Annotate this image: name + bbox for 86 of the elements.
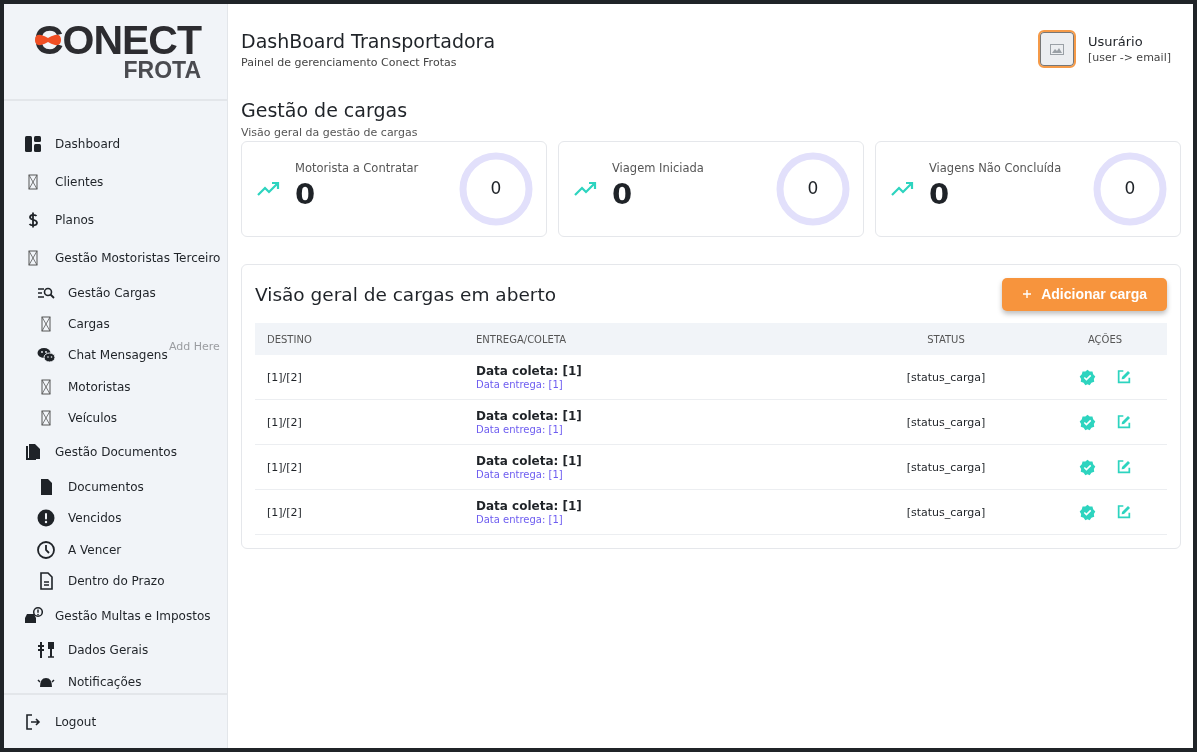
verified-check-icon <box>1078 458 1096 476</box>
badge-text: Add Here <box>169 339 220 353</box>
alert-icon <box>36 508 56 529</box>
nav-item[interactable]: Planos <box>4 201 227 239</box>
table-cell: [status_carga] <box>849 355 1043 400</box>
edit-button[interactable] <box>1115 503 1132 521</box>
table-cell: [status_carga] <box>849 444 1043 490</box>
delivery-date: Data entrega: [1] <box>476 469 564 480</box>
trending-up-icon <box>257 181 281 197</box>
nav-item[interactable]: Clientes <box>4 163 227 201</box>
stat-value: 0 <box>612 177 634 211</box>
nav-item[interactable]: Notificações <box>4 665 227 693</box>
nav-item[interactable]: Motoristas <box>4 370 227 403</box>
avatar-button[interactable] <box>1037 30 1076 68</box>
edit-icon <box>1115 413 1132 430</box>
nav-item[interactable]: Cargas <box>4 308 227 340</box>
pickup-date: Data coleta: [1] <box>476 499 583 513</box>
nav-item[interactable]: Dados Gerais <box>4 634 227 666</box>
delivery-date: Data entrega: [1] <box>476 514 564 525</box>
verified-check-icon <box>1078 368 1096 386</box>
stat-value: 0 <box>295 177 317 211</box>
ring-value: 0 <box>489 178 503 198</box>
delivery-date: Data entrega: [1] <box>476 379 564 390</box>
table-cell: [status_carga] <box>849 489 1043 535</box>
nav-item[interactable]: Documentos <box>4 471 227 503</box>
pickup-date: Data coleta: [1] <box>476 409 583 423</box>
documents-icon <box>23 442 43 463</box>
pickup-date: Data coleta: [1] <box>476 364 583 378</box>
trending-up-icon <box>574 181 598 197</box>
stat-label: Motorista a Contratar <box>295 161 420 175</box>
logo: CONECT FROTA <box>32 21 201 82</box>
nav-item[interactable]: Gestão Multas e Impostos <box>4 596 227 635</box>
edit-button[interactable] <box>1115 458 1132 476</box>
trending-up-icon <box>891 181 915 197</box>
link-icon <box>33 32 63 47</box>
table-cell: [1]/[2] <box>255 444 464 490</box>
column-header: ENTREGA/COLETA <box>464 323 849 355</box>
nav-item[interactable]: Chat Mensagens Add Here <box>4 339 227 371</box>
clock-icon <box>36 539 56 560</box>
column-header: DESTINO <box>255 323 464 355</box>
approve-button[interactable] <box>1078 413 1096 431</box>
section-title: Gestão de cargas <box>241 99 409 121</box>
stat-value: 0 <box>929 177 951 211</box>
table-cell: [status_carga] <box>849 399 1043 445</box>
delivery-date: Data entrega: [1] <box>476 424 564 435</box>
dashboard-icon <box>23 134 43 154</box>
approve-button[interactable] <box>1078 458 1096 476</box>
table-cell: [1]/[2] <box>255 355 464 400</box>
logout-icon <box>23 711 43 732</box>
table-cell: [1]/[2] <box>255 489 464 535</box>
ring-value: 0 <box>1123 178 1137 198</box>
nav-item[interactable]: Vencidos <box>4 502 227 535</box>
nav-item[interactable]: A Vencer <box>4 534 227 566</box>
user-name: Usurário <box>1087 34 1144 49</box>
approve-button[interactable] <box>1078 368 1096 386</box>
column-header: STATUS <box>849 323 1043 355</box>
pickup-date: Data coleta: [1] <box>476 454 583 468</box>
nav-item[interactable]: Veículos <box>4 402 227 434</box>
stat-label: Viagens Não Concluída <box>929 161 1063 175</box>
ring-value: 0 <box>806 178 820 198</box>
page-subtitle: Painel de gerenciamento Conect Frotas <box>241 56 458 69</box>
section-subtitle: Visão geral da gestão de cargas <box>241 126 419 139</box>
edit-button[interactable] <box>1115 368 1132 386</box>
nav-item[interactable]: Gestão Cargas <box>4 277 227 309</box>
car-alert-icon <box>23 605 43 626</box>
panel-title: Visão geral de cargas em aberto <box>255 283 556 305</box>
plus-icon <box>1022 289 1033 299</box>
stat-label: Viagem Iniciada <box>612 161 705 175</box>
logout-button[interactable]: Logout <box>4 702 227 741</box>
verified-check-icon <box>1078 503 1096 521</box>
column-header: AÇÕES <box>1043 323 1167 355</box>
image-placeholder-icon <box>1049 43 1064 55</box>
nav-item[interactable]: Dashboard <box>4 125 227 163</box>
verified-check-icon <box>1078 413 1096 431</box>
signpost-icon <box>36 640 56 661</box>
page-title: DashBoard Transportadora <box>241 30 496 52</box>
edit-button[interactable] <box>1115 413 1132 431</box>
approve-button[interactable] <box>1078 503 1096 521</box>
nav-item[interactable]: Gestão Mostoristas Terceiro <box>4 239 227 277</box>
nav-item[interactable]: Gestão Documentos <box>4 433 227 472</box>
edit-icon <box>1115 458 1132 475</box>
edit-icon <box>1115 503 1132 520</box>
nav-item[interactable]: Dentro do Prazo <box>4 565 227 597</box>
edit-icon <box>1115 368 1132 385</box>
table-cell: [1]/[2] <box>255 399 464 445</box>
user-email: [user -> email] <box>1087 51 1171 64</box>
